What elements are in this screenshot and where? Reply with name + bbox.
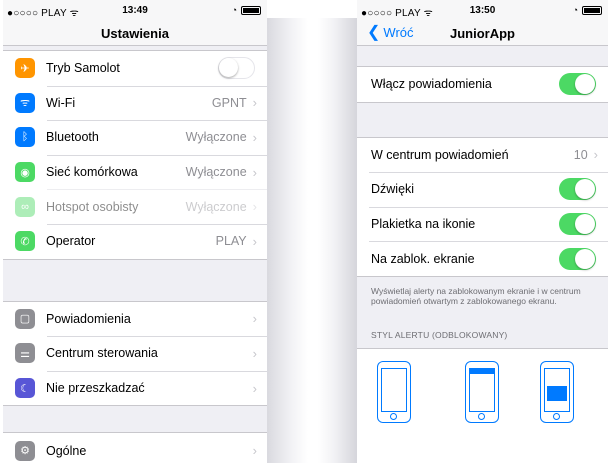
moon-icon: ☾ [15, 378, 35, 399]
gear-icon: ⚙ [15, 440, 35, 461]
system-group: ▢ Powiadomienia › ⚌ Centrum sterowania › ☾ Nie … [3, 300, 267, 407]
row-value: Wyłączone [185, 165, 247, 180]
hotspot-icon: ∞ [15, 196, 35, 217]
row-value: GPNT [211, 95, 247, 110]
row-label: Bluetooth [46, 130, 99, 145]
chevron-right-icon: › [252, 345, 257, 361]
settings-row[interactable]: ᛒ Bluetooth Wyłączone › [3, 120, 267, 155]
row-label: Plakietka na ikonie [371, 217, 476, 232]
row-label: Operator [46, 234, 96, 249]
chevron-right-icon: › [593, 147, 598, 163]
enable-group: Włącz powiadomienia [357, 66, 608, 103]
enable-notifications-row[interactable]: Włącz powiadomienia [357, 67, 608, 102]
settings-row[interactable]: ᯤ Wi-Fi GPNT › [3, 85, 267, 121]
settings-row[interactable]: ☾ Nie przeszkadzać › [3, 370, 267, 406]
alert-style-none[interactable] [377, 360, 411, 423]
settings-row[interactable]: ✈ Tryb Samolot [3, 51, 267, 86]
settings-row[interactable]: ⚙ Ogólne › [3, 433, 267, 463]
status-bar: ●○○○○ PLAY ᯤ 13:50 ◔ [357, 0, 608, 20]
alarm-icon: ◔ [572, 5, 578, 15]
chevron-right-icon: › [252, 164, 257, 180]
chevron-right-icon: › [252, 129, 257, 145]
option-toggle[interactable] [559, 178, 596, 201]
option-toggle[interactable] [559, 247, 596, 270]
row-value: Wyłączone [185, 199, 247, 214]
row-label: Centrum sterowania [46, 346, 158, 361]
row-label: Hotspot osobisty [46, 199, 139, 214]
enable-notifications-toggle[interactable] [559, 73, 596, 96]
control-center-icon: ⚌ [15, 343, 35, 364]
notification-option-row[interactable]: Plakietka na ikonie [357, 206, 608, 242]
alert-style-banner[interactable] [465, 360, 499, 423]
row-label: Dźwięki [371, 182, 415, 197]
settings-row[interactable]: ✆ Operator PLAY › [3, 223, 267, 259]
chevron-right-icon: › [252, 233, 257, 249]
chevron-right-icon: › [252, 311, 257, 327]
status-bar: ●○○○○ PLAY ᯤ 13:49 ◔ [3, 0, 267, 20]
row-label: Wi-Fi [46, 95, 76, 110]
connectivity-group: ✈ Tryb Samolot ᯤ Wi-Fi GPNT › ᛒ Bluetooth Wyłącz… [3, 50, 267, 260]
background-fade [318, 18, 358, 463]
cellular-icon: ◉ [15, 162, 35, 183]
page-title: JuniorApp [450, 26, 515, 41]
clock: 13:49 [122, 5, 148, 16]
alert-style-alert[interactable] [540, 360, 574, 423]
airplane-icon: ✈ [15, 58, 35, 79]
nav-bar: ❮ Wróć JuniorApp [357, 20, 608, 46]
row-label: Sieć komórkowa [46, 165, 138, 180]
chevron-right-icon: › [252, 199, 257, 215]
settings-row[interactable]: ◉ Sieć komórkowa Wyłączone › [3, 154, 267, 190]
settings-row[interactable]: ∞ Hotspot osobisty Wyłączone › [3, 189, 267, 224]
alert-style-picker [357, 347, 608, 463]
settings-row[interactable]: ⚌ Centrum sterowania › [3, 336, 267, 371]
notification-option-row[interactable]: W centrum powiadomień 10 › [357, 138, 608, 173]
page-title: Ustawienia [101, 26, 169, 41]
notifications-icon: ▢ [15, 308, 35, 329]
settings-row[interactable]: ▢ Powiadomienia › [3, 302, 267, 337]
row-label: Ogólne [46, 443, 87, 458]
settings-screen: ●○○○○ PLAY ᯤ 13:49 ◔ Ustawienia ✈ Tryb Sa… [3, 0, 267, 463]
row-label: Tryb Samolot [46, 61, 120, 76]
chevron-right-icon: › [252, 443, 257, 459]
notification-option-row[interactable]: Dźwięki [357, 172, 608, 207]
nav-bar: Ustawienia [3, 20, 267, 46]
battery-icon [241, 6, 261, 15]
row-label: Na zablok. ekranie [371, 251, 475, 266]
chevron-right-icon: › [252, 380, 257, 396]
notification-options-group: W centrum powiadomień 10 › Dźwięki Plakietka… [357, 136, 608, 277]
clock: 13:50 [469, 5, 496, 16]
row-label: W centrum powiadomień [371, 147, 509, 162]
bluetooth-icon: ᛒ [15, 127, 35, 148]
row-value: 10 [573, 147, 588, 162]
row-label: Włącz powiadomienia [371, 77, 492, 92]
app-notifications-screen: ●○○○○ PLAY ᯤ 13:50 ◔ ❮ Wróć JuniorApp Wł… [357, 0, 608, 463]
general-group: ⚙ Ogólne › [3, 432, 267, 463]
row-value: PLAY [215, 234, 247, 249]
airplane-mode-toggle[interactable] [218, 57, 255, 80]
phone-icon: ✆ [15, 231, 35, 252]
notification-option-row[interactable]: Na zablok. ekranie [357, 241, 608, 276]
lock-screen-note: Wyświetlaj alerty na zablokowanym ekrani… [371, 285, 581, 307]
battery-icon [582, 6, 602, 15]
row-label: Nie przeszkadzać [46, 381, 145, 396]
chevron-right-icon: › [252, 95, 257, 111]
option-toggle[interactable] [559, 213, 596, 236]
row-label: Powiadomienia [46, 311, 131, 326]
background-fade [266, 18, 308, 463]
wifi-icon: ᯤ [15, 92, 35, 113]
section-title: STYL ALERTU (ODBLOKOWANY) [371, 329, 508, 340]
alarm-icon: ◔ [231, 5, 237, 15]
row-value: Wyłączone [185, 130, 247, 145]
